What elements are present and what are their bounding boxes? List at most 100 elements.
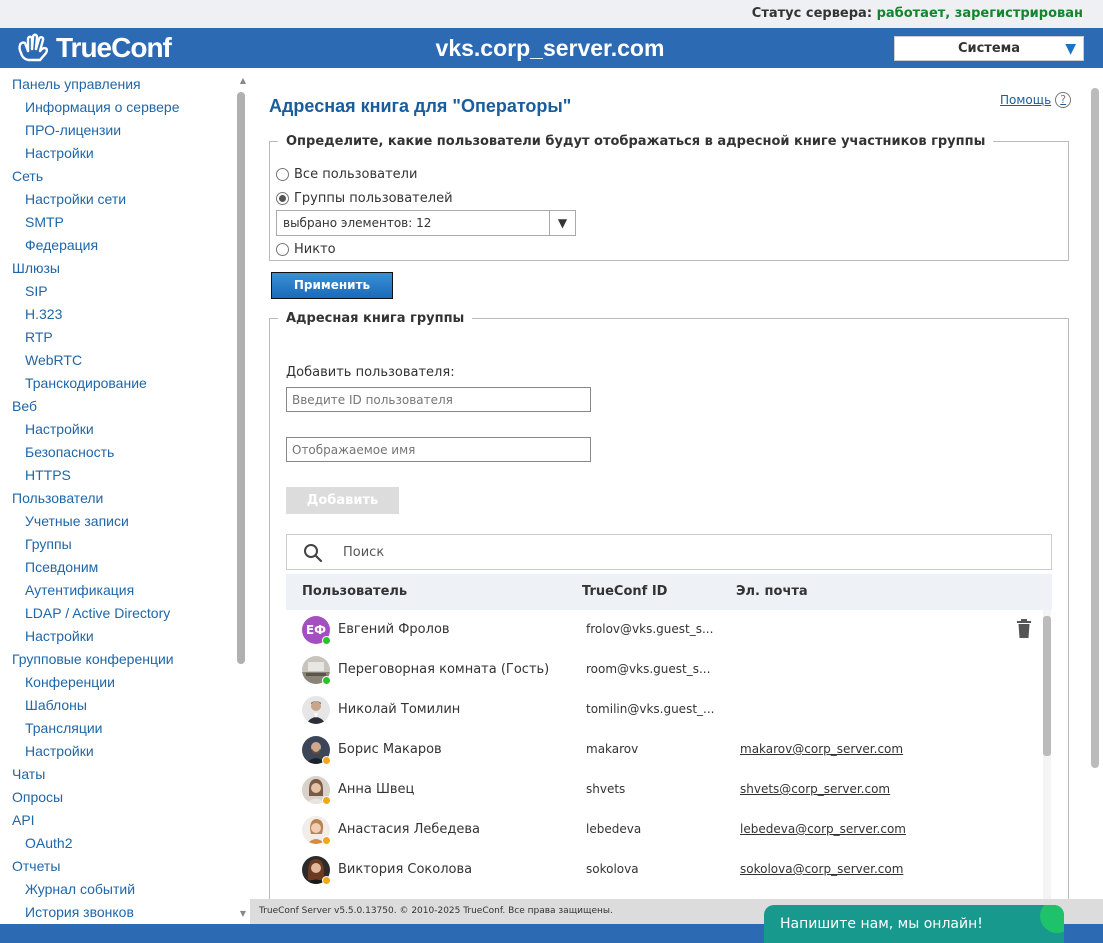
search-icon [304,544,323,563]
page-scroll-thumb[interactable] [1091,88,1099,768]
system-select-value: Система [957,41,1021,56]
col-trueconf-id[interactable]: TrueConf ID [582,584,667,599]
col-email[interactable]: Эл. почта [736,584,808,599]
nav-item[interactable]: RTP [0,326,250,349]
nav-item[interactable]: Журнал событий [0,878,250,901]
nav-item[interactable]: Безопасность [0,441,250,464]
radio-all-users-circle[interactable] [276,168,289,181]
user-id: lebedeva [586,822,642,836]
nav-item[interactable]: Транскодирование [0,372,250,395]
nav-item[interactable]: Настройки сети [0,188,250,211]
system-select[interactable]: Система ▼ [894,36,1084,61]
nav-item[interactable]: Настройки [0,625,250,648]
trueconf-logo[interactable]: TrueConf [16,32,172,64]
nav-item[interactable]: SMTP [0,211,250,234]
radio-nobody-label: Никто [294,242,336,257]
nav-item[interactable]: Настройки [0,142,250,165]
user-id: shvets [586,782,626,796]
nav-item[interactable]: Конференции [0,671,250,694]
scroll-up-icon[interactable]: ▲ [237,76,249,85]
nav-item[interactable]: Настройки [0,740,250,763]
nav-item[interactable]: Федерация [0,234,250,257]
user-email-link[interactable]: makarov@corp_server.com [740,742,903,756]
radio-user-groups-circle[interactable] [276,192,289,205]
trash-icon[interactable] [1016,619,1032,639]
nav-item[interactable]: Чаты [0,763,250,786]
nav-item[interactable]: История звонков [0,901,250,924]
nav-item[interactable]: H.323 [0,303,250,326]
help-link[interactable]: Помощь ? [1000,92,1072,108]
triangle-down-icon[interactable]: ▼ [549,211,575,235]
user-email-link[interactable]: shvets@corp_server.com [740,782,890,796]
nav-item[interactable]: Учетные записи [0,510,250,533]
nav-item[interactable]: Трансляции [0,717,250,740]
scroll-down-icon[interactable]: ▼ [237,909,249,918]
nav-item[interactable]: OAuth2 [0,832,250,855]
visibility-fieldset: Определите, какие пользователи будут ото… [269,134,1069,261]
sidebar-scrollbar[interactable]: ▲ ▼ [236,68,250,924]
table-scroll-thumb[interactable] [1043,616,1051,756]
groups-multiselect[interactable]: выбрано элементов: 12 ▼ [276,210,576,236]
table-row[interactable]: Николай Томилин tomilin@vks.guest_... [286,690,1036,730]
table-row[interactable]: Виктория Соколова sokolova sokolova@corp… [286,850,1036,890]
nav-item[interactable]: Отчеты [0,855,250,878]
radio-all-users[interactable]: Все пользователи [276,167,417,182]
display-name-input[interactable] [286,437,591,462]
user-id-input[interactable] [286,387,591,412]
visibility-legend: Определите, какие пользователи будут ото… [286,134,986,149]
server-name-title: vks.corp_server.com [435,35,665,61]
table-row[interactable]: Анастасия Лебедева lebedeva lebedeva@cor… [286,810,1036,850]
presence-dot [322,636,331,645]
presence-dot [322,836,331,845]
radio-nobody-circle[interactable] [276,243,289,256]
nav-item[interactable]: Настройки [0,418,250,441]
nav-item[interactable]: Сеть [0,165,250,188]
table-row[interactable]: ЕФ Евгений Фролов frolov@vks.guest_s... [286,610,1036,650]
user-name: Николай Томилин [338,702,461,717]
server-status-bar: Статус сервера: работает, зарегистрирова… [0,0,1103,28]
user-email-link[interactable]: lebedeva@corp_server.com [740,822,906,836]
radio-user-groups[interactable]: Группы пользователей [276,191,453,206]
nav-item[interactable]: API [0,809,250,832]
nav-item[interactable]: Информация о сервере [0,96,250,119]
triangle-down-icon: ▼ [1065,41,1076,57]
table-scrollbar[interactable] [1043,610,1051,910]
table-row[interactable]: Анна Швец shvets shvets@corp_server.com [286,770,1036,810]
table-row[interactable]: Борис Макаров makarov makarov@corp_serve… [286,730,1036,770]
nav-item[interactable]: Псевдоним [0,556,250,579]
radio-nobody[interactable]: Никто [276,242,336,257]
nav-item[interactable]: Группы [0,533,250,556]
nav-item[interactable]: Групповые конференции [0,648,250,671]
presence-dot [322,876,331,885]
nav-item[interactable]: WebRTC [0,349,250,372]
presence-dot [322,676,331,685]
search-box[interactable]: Поиск [286,534,1052,570]
nav-item[interactable]: SIP [0,280,250,303]
nav-item[interactable]: Аутентификация [0,579,250,602]
add-user-label: Добавить пользователя: [286,365,455,380]
nav-item[interactable]: Опросы [0,786,250,809]
users-table-body: ЕФ Евгений Фролов frolov@vks.guest_s... … [286,610,1052,910]
nav-item[interactable]: HTTPS [0,464,250,487]
col-user[interactable]: Пользователь [302,584,407,599]
chat-widget[interactable]: Напишите нам, мы онлайн! [764,905,1064,943]
user-id: tomilin@vks.guest_... [586,702,715,716]
table-row[interactable]: Переговорная комната (Гость) room@vks.gu… [286,650,1036,690]
add-button[interactable]: Добавить [286,487,399,514]
trueconf-logo-icon [18,33,49,62]
apply-button[interactable]: Применить [271,272,393,299]
nav-item[interactable]: ПРО-лицензии [0,119,250,142]
nav-item[interactable]: Панель управления [0,73,250,96]
user-email-link[interactable]: sokolova@corp_server.com [740,862,903,876]
user-name: Анастасия Лебедева [338,822,480,837]
footer-copyright: TrueConf Server v5.5.0.13750. © 2010-202… [259,906,613,916]
nav-item[interactable]: Пользователи [0,487,250,510]
nav-item[interactable]: Шаблоны [0,694,250,717]
user-id: makarov [586,742,639,756]
nav-item[interactable]: Веб [0,395,250,418]
sidebar-scroll-thumb[interactable] [237,92,245,664]
nav-item[interactable]: LDAP / Active Directory [0,602,250,625]
nav-item[interactable]: Шлюзы [0,257,250,280]
page-scrollbar[interactable] [1091,88,1101,788]
user-name: Переговорная комната (Гость) [338,662,550,677]
